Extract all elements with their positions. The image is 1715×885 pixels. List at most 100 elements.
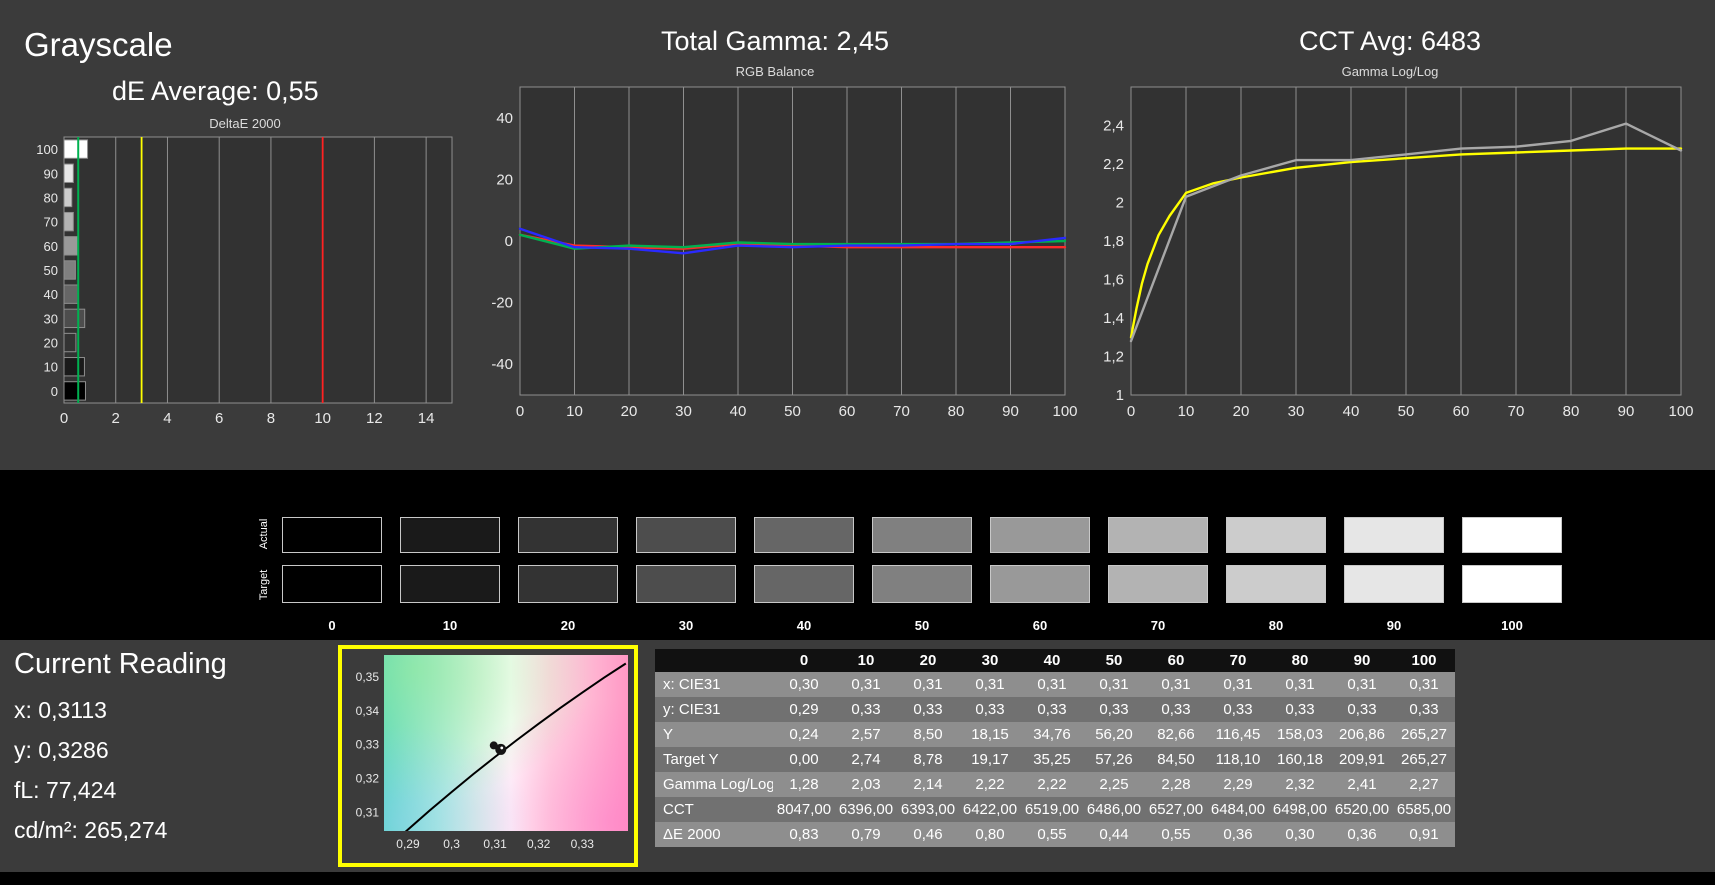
table-cell: 6484,00 [1210,801,1266,818]
y-tick-label: 1 [1116,387,1124,404]
table-cell: 265,27 [1401,751,1447,768]
table-cell: 18,15 [971,726,1009,743]
deltae-chart-title: DeltaE 2000 [209,116,281,131]
swatch-level-label: 80 [1268,618,1284,633]
table-row-label: x: CIE31 [663,676,721,693]
deltae-bar [63,211,74,232]
table-cell: 118,10 [1215,751,1261,768]
table-cell: 2,03 [851,776,881,793]
x-tick-label: 50 [1398,403,1415,420]
x-tick-label: 0 [60,410,68,427]
x-tick-label: 2 [112,410,120,427]
y-tick-label: 2,4 [1103,118,1124,135]
gamma-chart-block: Gamma Log/Log 0 10 20 30 40 50 60 70 80 90 100 1 1,2… [1085,64,1695,426]
x-tick-label: 10 [1178,403,1195,420]
table-cell: 35,25 [1033,751,1071,768]
table-cell: 57,26 [1095,751,1133,768]
x-tick-label: 50 [784,403,801,420]
y-tick-label: 100 [36,142,58,157]
x-tick-label: 20 [1233,403,1250,420]
deltae-chart-block: DeltaE 2000 0 2 4 6 8 10 12 14 100 90 80 70 60 50 40 30… [30,116,460,433]
table-cell: 0,80 [975,826,1005,843]
table-cell: 0,83 [789,826,819,843]
table-cell: 0,36 [1347,826,1377,843]
deltae-bar [63,381,86,401]
y-tick-label: 0 [51,384,58,399]
table-cell: 2,28 [1161,776,1191,793]
swatch-level-label: 90 [1386,618,1402,633]
table-cell: 8,50 [913,726,943,743]
deltae-bar [63,357,85,377]
deltae-bar [63,260,76,280]
table-cell: 0,30 [1285,826,1315,843]
x-tick-label: 90 [1002,403,1019,420]
table-cell: 0,55 [1161,826,1191,843]
table-cell: 34,76 [1033,726,1071,743]
actual-swatch [518,517,618,553]
cie-x-tick-label: 0,33 [571,837,595,851]
table-cell: 116,45 [1215,726,1261,743]
gamma-chart: 0 10 20 30 40 50 60 70 80 90 100 1 1,2 1,4 1,6 1,8 2 2,2 2… [1103,86,1694,420]
x-tick-label: 8 [267,410,275,427]
table-cell: 0,31 [1409,676,1439,693]
y-tick-label: 70 [44,215,58,230]
table-cell: 0,33 [1347,701,1377,718]
table-cell: 0,31 [1285,676,1315,693]
table-cell: 6585,00 [1396,801,1452,818]
table-row: x: CIE31 0,30 0,31 0,31 0,31 0,31 0,31 0,31 0,31… [655,672,1455,697]
swatch-level-label: 70 [1150,618,1166,633]
table-row: CCT 8047,00 6396,00 6393,00 6422,00 6519,00 64… [655,797,1455,822]
table-cell: 0,31 [975,676,1005,693]
target-swatch [636,565,736,603]
target-swatch [1462,565,1562,603]
deltae-bar [63,163,74,183]
table-cell: 0,33 [1285,701,1315,718]
table-cell: 0,33 [913,701,943,718]
table-cell: 0,29 [789,701,819,718]
table-row-label: Y [663,726,674,743]
target-swatch [518,565,618,603]
table-cell: 0,33 [975,701,1005,718]
reading-x: x: 0,3113 [14,697,107,723]
actual-swatch [754,517,854,553]
table-cell: 0,31 [851,676,881,693]
table-cell: 0,31 [1223,676,1253,693]
actual-swatch [1344,517,1444,553]
cie-x-tick-label: 0,3 [443,837,460,851]
deltae-chart: 0 2 4 6 8 10 12 141009080706050403020100 [36,136,453,427]
target-swatch [872,565,972,603]
y-tick-label: 40 [44,287,58,302]
swatch-level-label: 50 [914,618,930,633]
x-tick-label: 70 [893,403,910,420]
deltae-bar [63,139,89,159]
table-cell: 8047,00 [776,801,832,818]
table-cell: 206,86 [1339,726,1385,743]
deltae-bar [63,187,73,208]
cie-diagram: 0,29 0,3 0,31 0,32 0,33 0,31 0,32 0,33 0,34 0,35 [356,655,628,851]
x-tick-label: 4 [163,410,171,427]
actual-swatch [1226,517,1326,553]
table-cell: 6498,00 [1272,801,1328,818]
swatch-level-label: 60 [1032,618,1048,633]
x-tick-label: 10 [566,403,583,420]
x-tick-label: 70 [1508,403,1525,420]
table-row-label: y: CIE31 [663,701,721,718]
de-average-label: dE Average: 0,55 [112,76,319,106]
cie-y-tick-label: 0,35 [356,670,380,684]
table-cell: 84,50 [1157,751,1195,768]
y-tick-label: 80 [44,190,58,205]
y-tick-label: 1,8 [1103,233,1124,250]
table-cell: 2,25 [1099,776,1129,793]
y-tick-label: 40 [496,110,513,127]
x-tick-label: 0 [1127,403,1135,420]
table-cell: 6393,00 [900,801,956,818]
table-row: ΔE 2000 0,83 0,79 0,46 0,80 0,55 0,44 0,55 0,36 0… [655,822,1455,847]
table-row: y: CIE31 0,29 0,33 0,33 0,33 0,33 0,33 0,33 0,33… [655,697,1455,722]
x-tick-label: 60 [1453,403,1470,420]
table-header-cell: 70 [1229,652,1247,669]
actual-swatch [872,517,972,553]
table-corner-cell [655,649,773,672]
target-swatch [1226,565,1326,603]
table-cell: 0,33 [851,701,881,718]
actual-swatch [636,517,736,553]
